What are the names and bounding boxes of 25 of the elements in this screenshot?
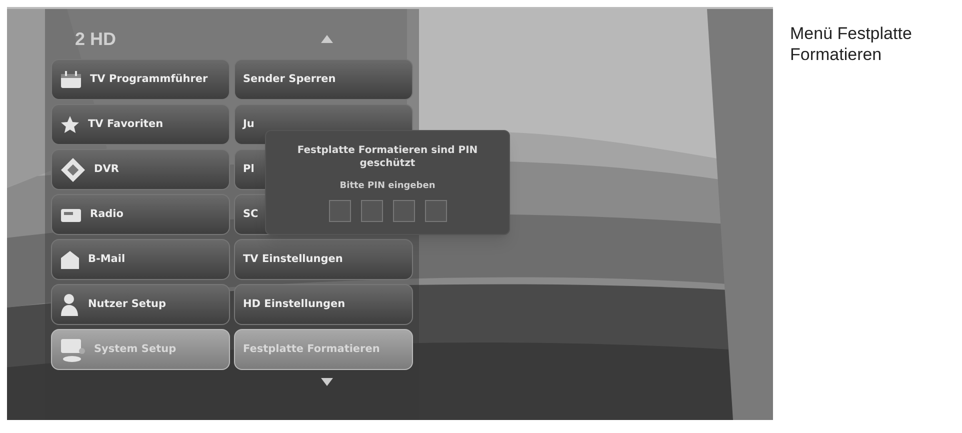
up-arrow-icon	[321, 35, 333, 43]
diamond-icon	[60, 156, 86, 182]
menu-item[interactable]: TV Favoriten	[51, 104, 230, 145]
radio-icon	[60, 206, 82, 222]
calendar-icon	[60, 70, 82, 88]
menu-item[interactable]: TV Programmführer	[51, 59, 230, 100]
star-icon	[60, 114, 80, 134]
menu-item[interactable]: DVR	[51, 149, 230, 190]
monitor-icon	[60, 336, 86, 362]
down-arrow-icon	[321, 378, 333, 386]
dialog-prompt: Bitte PIN eingeben	[340, 180, 436, 193]
pin-field[interactable]	[360, 200, 382, 222]
pin-field[interactable]	[424, 200, 446, 222]
menu-item[interactable]: B-Mail	[51, 239, 230, 280]
pin-field[interactable]	[328, 200, 350, 222]
menu-item[interactable]: Sender Sperren	[234, 59, 413, 100]
menu-item[interactable]: TV Einstellungen	[234, 239, 413, 280]
dialog-title: Festplatte Formatieren sind PIN geschützt	[296, 145, 479, 170]
caption: Menü Festplatte Formatieren	[790, 23, 913, 66]
pin-field[interactable]	[392, 200, 414, 222]
menu-item[interactable]: Radio	[51, 194, 230, 235]
user-icon	[60, 292, 80, 316]
menu-item[interactable]: Nutzer Setup	[51, 284, 230, 325]
menu-item[interactable]: HD Einstellungen	[234, 284, 413, 325]
channel-logo: 2 HD	[75, 28, 116, 50]
